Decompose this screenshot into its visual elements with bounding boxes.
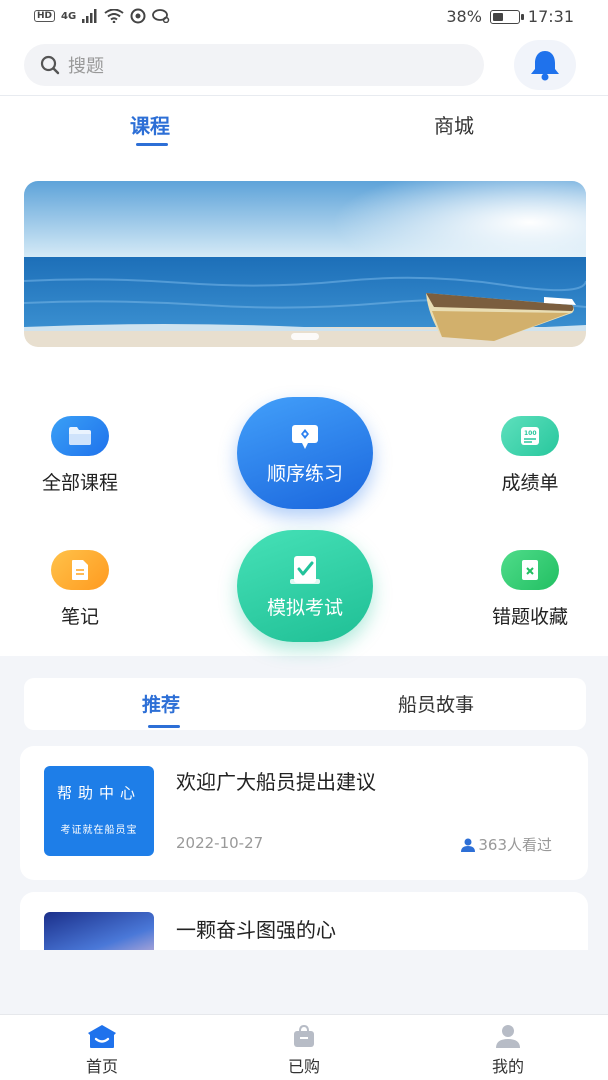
notification-button[interactable] xyxy=(514,40,576,90)
all-courses-label: 全部课程 xyxy=(41,472,118,494)
mistake-book-icon xyxy=(501,550,559,590)
nav-home-label: 首页 xyxy=(85,1057,118,1076)
scorecard-icon: 100 xyxy=(501,416,559,456)
nav-purchased-label: 已购 xyxy=(287,1057,320,1076)
hd-icon: HD xyxy=(34,10,56,22)
article-title: 欢迎广大船员提出建议 xyxy=(176,770,376,794)
mock-exam-label: 模拟考试 xyxy=(266,596,343,619)
person-icon xyxy=(461,838,476,852)
top-tabs: 课程 商城 xyxy=(0,96,608,156)
status-bar: HD 4G 38% 17:31 xyxy=(0,0,608,36)
nav-purchased[interactable]: 已购 xyxy=(264,1021,344,1077)
nav-mine-label: 我的 xyxy=(491,1057,524,1076)
tab-crew-stories[interactable]: 船员故事 xyxy=(398,690,474,717)
recommend-tabs: 推荐 船员故事 xyxy=(24,678,586,730)
chat-notification-icon xyxy=(152,9,170,23)
tab-mall[interactable]: 商城 xyxy=(434,110,474,139)
battery-level-fill xyxy=(492,12,503,21)
thumbnail-title: 帮助中心 xyxy=(56,784,141,802)
sequential-practice-button[interactable]: 顺序练习 xyxy=(237,397,373,509)
clock: 17:31 xyxy=(527,7,574,26)
folder-icon xyxy=(51,416,109,456)
pen-tag-icon xyxy=(292,424,318,449)
network-label: 4G xyxy=(61,10,77,22)
article-card[interactable]: 一颗奋斗图强的心 xyxy=(20,892,588,950)
home-icon xyxy=(86,1021,118,1051)
bag-icon xyxy=(288,1021,320,1051)
score-sheet-label: 成绩单 xyxy=(501,472,559,494)
score-sheet-button[interactable]: 100 成绩单 xyxy=(480,416,580,495)
all-courses-button[interactable]: 全部课程 xyxy=(30,416,130,495)
user-icon xyxy=(492,1021,524,1051)
status-left-icons: HD 4G xyxy=(34,8,170,24)
search-input[interactable]: 搜题 xyxy=(24,44,484,86)
mistakes-favorites-button[interactable]: 错题收藏 xyxy=(476,550,584,629)
nav-home[interactable]: 首页 xyxy=(62,1021,142,1077)
views-count: 363人看过 xyxy=(478,836,552,854)
tab-courses[interactable]: 课程 xyxy=(130,110,170,139)
notes-button[interactable]: 笔记 xyxy=(30,550,130,629)
notes-label: 笔记 xyxy=(60,606,99,628)
search-placeholder: 搜题 xyxy=(68,56,104,77)
mock-exam-button[interactable]: 模拟考试 xyxy=(237,530,373,642)
exam-paper-icon xyxy=(290,555,320,584)
battery-percent: 38% xyxy=(446,7,482,26)
bell-icon xyxy=(531,51,559,81)
mistakes-favorites-label: 错题收藏 xyxy=(491,606,568,628)
battery-icon xyxy=(489,9,524,24)
bottom-navigation: 首页 已购 我的 xyxy=(0,1014,608,1080)
tab-indicator xyxy=(136,143,168,146)
article-views: 363人看过 xyxy=(460,834,552,855)
article-date: 2022-10-27 xyxy=(176,834,264,852)
banner[interactable] xyxy=(24,181,586,347)
header: 搜题 xyxy=(0,36,608,96)
note-icon xyxy=(51,550,109,590)
status-right: 38% 17:31 xyxy=(446,7,574,26)
thumbnail-subtitle: 考证就在船员宝 xyxy=(60,825,138,836)
app-notification-icon xyxy=(130,8,146,24)
signal-icon xyxy=(82,9,97,23)
article-card[interactable]: 帮助中心 考证就在船员宝 欢迎广大船员提出建议 2022-10-27 363人看… xyxy=(20,746,588,880)
nav-mine[interactable]: 我的 xyxy=(468,1021,548,1077)
banner-page-indicator xyxy=(291,333,319,340)
search-icon xyxy=(40,55,60,75)
wifi-icon xyxy=(104,9,124,23)
banner-image xyxy=(24,181,586,347)
sequential-practice-label: 顺序练习 xyxy=(266,462,343,485)
article-thumbnail xyxy=(44,912,154,950)
article-thumbnail: 帮助中心 考证就在船员宝 xyxy=(44,766,154,856)
rec-tab-indicator xyxy=(148,725,180,728)
svg-text:100: 100 xyxy=(524,430,537,437)
article-title: 一颗奋斗图强的心 xyxy=(176,918,336,942)
tab-recommend[interactable]: 推荐 xyxy=(142,690,180,717)
